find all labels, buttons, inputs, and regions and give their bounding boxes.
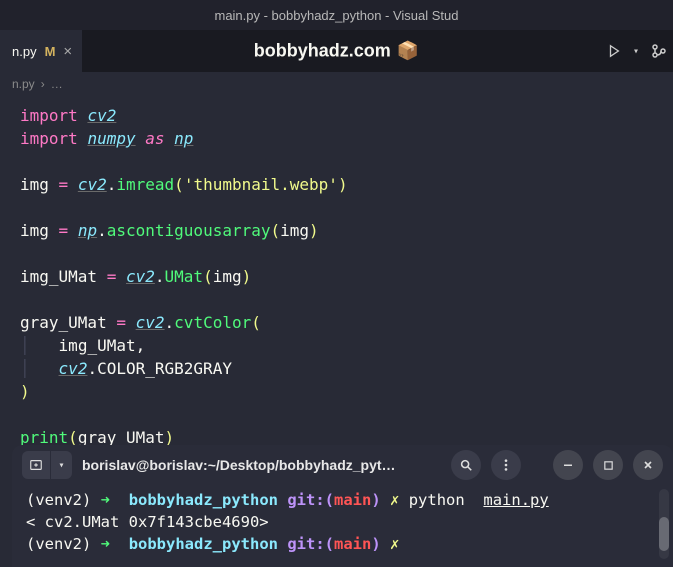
terminal-tab-controls: ▾ [22, 451, 72, 479]
window-title: main.py - bobbyhadz_python - Visual Stud [214, 8, 458, 23]
minimize-button[interactable] [553, 450, 583, 480]
close-icon[interactable]: × [63, 43, 72, 60]
editor-actions: ▾ [607, 43, 667, 59]
terminal-header: ▾ borislav@borislav:~/Desktop/bobbyhadz_… [12, 445, 673, 485]
maximize-button[interactable] [593, 450, 623, 480]
terminal-line: (venv2) ➜ bobbyhadz_python git:(main) ✗ [26, 533, 659, 555]
window-titlebar: main.py - bobbyhadz_python - Visual Stud [0, 0, 673, 30]
terminal-panel: ▾ borislav@borislav:~/Desktop/bobbyhadz_… [12, 445, 673, 567]
terminal-output[interactable]: (venv2) ➜ bobbyhadz_python git:(main) ✗ … [12, 485, 673, 567]
terminal-line: (venv2) ➜ bobbyhadz_python git:(main) ✗ … [26, 489, 659, 511]
breadcrumb-separator: › [41, 77, 45, 91]
close-button[interactable] [633, 450, 663, 480]
terminal-title: borislav@borislav:~/Desktop/bobbyhadz_py… [82, 457, 441, 473]
code-editor[interactable]: import cv2 import numpy as np img = cv2.… [0, 96, 673, 449]
breadcrumb-more: … [51, 77, 63, 91]
tab-bar: n.py M × bobbyhadz.com 📦 ▾ [0, 30, 673, 72]
breadcrumb-file: n.py [12, 77, 35, 91]
terminal-scrollbar[interactable] [659, 489, 669, 559]
watermark: bobbyhadz.com 📦 [254, 41, 419, 62]
new-tab-button[interactable] [22, 451, 50, 479]
tab-main-py[interactable]: n.py M × [0, 30, 82, 72]
search-button[interactable] [451, 450, 481, 480]
chevron-down-icon[interactable]: ▾ [633, 46, 639, 57]
tab-filename: n.py [12, 44, 37, 59]
tab-dropdown-button[interactable]: ▾ [50, 451, 72, 479]
menu-button[interactable] [491, 450, 521, 480]
source-control-icon[interactable] [651, 43, 667, 59]
scrollbar-thumb[interactable] [659, 517, 669, 551]
modified-indicator: M [45, 44, 56, 59]
cube-icon: 📦 [397, 41, 419, 62]
run-icon[interactable] [607, 44, 621, 58]
breadcrumb[interactable]: n.py › … [0, 72, 673, 96]
terminal-line: < cv2.UMat 0x7f143cbe4690> [26, 511, 659, 533]
